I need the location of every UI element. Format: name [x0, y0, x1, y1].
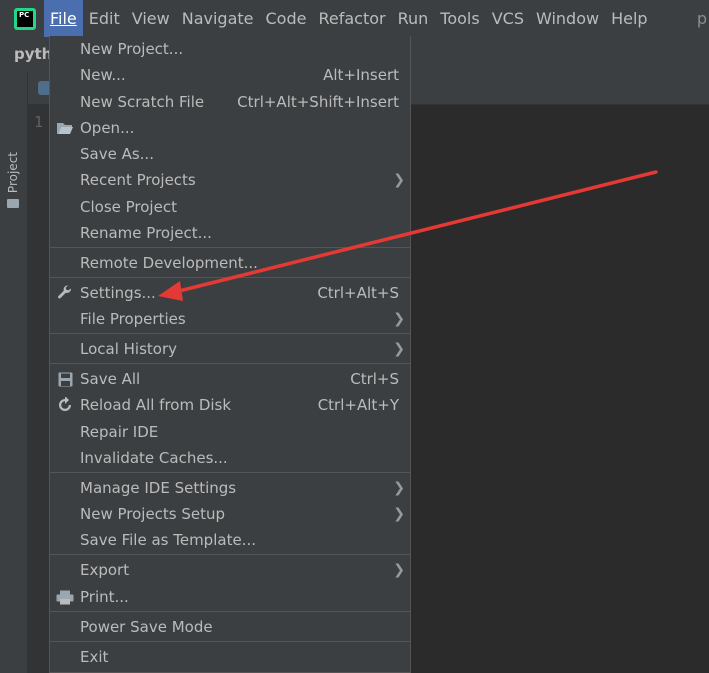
menu-navigate[interactable]: Navigate: [176, 0, 260, 37]
menu-separator: [50, 277, 410, 278]
menu-item-save-as[interactable]: Save As...: [50, 142, 410, 166]
menu-view[interactable]: View: [126, 0, 176, 37]
menu-item-exit[interactable]: Exit: [50, 645, 410, 669]
window-title-fragment: p: [696, 9, 707, 28]
menu-item-new-projects-setup[interactable]: New Projects Setup ❯: [50, 502, 410, 526]
menu-separator: [50, 611, 410, 612]
menu-item-close-project[interactable]: Close Project: [50, 195, 410, 219]
menu-separator: [50, 363, 410, 364]
left-tool-stripe: Project: [0, 72, 28, 673]
menu-item-new-project[interactable]: New Project...: [50, 37, 410, 61]
menu-run[interactable]: Run: [392, 0, 435, 37]
menu-separator: [50, 641, 410, 642]
menu-item-recent-projects[interactable]: Recent Projects ❯: [50, 168, 410, 192]
submenu-arrow-icon: ❯: [393, 311, 405, 327]
pycharm-logo-text: PC: [17, 10, 33, 27]
submenu-arrow-icon: ❯: [393, 172, 405, 188]
menu-item-new-scratch-file[interactable]: New Scratch File Ctrl+Alt+Shift+Insert: [50, 90, 410, 114]
menu-item-settings[interactable]: Settings... Ctrl+Alt+S: [50, 281, 410, 305]
breadcrumb-project[interactable]: pyth: [14, 45, 52, 63]
printer-icon: [56, 589, 74, 605]
project-tab-label: Project: [6, 152, 20, 194]
line-number: 1: [34, 113, 44, 131]
menu-item-file-properties[interactable]: File Properties ❯: [50, 307, 410, 331]
menu-item-invalidate-caches[interactable]: Invalidate Caches...: [50, 446, 410, 470]
menu-edit[interactable]: Edit: [83, 0, 126, 37]
save-icon: [56, 371, 74, 387]
folder-open-icon: [56, 120, 74, 136]
menu-item-new[interactable]: New... Alt+Insert: [50, 63, 410, 87]
menu-item-remote-development[interactable]: Remote Development...: [50, 251, 410, 275]
wrench-icon: [56, 285, 74, 301]
menu-vcs[interactable]: VCS: [486, 0, 530, 37]
menu-item-export[interactable]: Export ❯: [50, 558, 410, 582]
file-menu-dropdown: New Project... New... Alt+Insert New Scr…: [49, 36, 411, 673]
folder-icon: [7, 199, 19, 209]
menu-separator: [50, 472, 410, 473]
menu-help[interactable]: Help: [605, 0, 653, 37]
menu-separator: [50, 554, 410, 555]
menu-item-rename-project[interactable]: Rename Project...: [50, 221, 410, 245]
menu-tools[interactable]: Tools: [434, 0, 485, 37]
submenu-arrow-icon: ❯: [393, 562, 405, 578]
menu-item-save-file-as-template[interactable]: Save File as Template...: [50, 528, 410, 552]
menu-refactor[interactable]: Refactor: [312, 0, 391, 37]
menu-item-print[interactable]: Print...: [50, 585, 410, 609]
menu-item-power-save-mode[interactable]: Power Save Mode: [50, 615, 410, 639]
menu-file[interactable]: File: [44, 0, 83, 37]
menu-item-save-all[interactable]: Save All Ctrl+S: [50, 367, 410, 391]
menu-separator: [50, 247, 410, 248]
submenu-arrow-icon: ❯: [393, 341, 405, 357]
menu-item-reload-all-from-disk[interactable]: Reload All from Disk Ctrl+Alt+Y: [50, 393, 410, 417]
project-tool-window-button[interactable]: Project: [2, 152, 24, 220]
submenu-arrow-icon: ❯: [393, 506, 405, 522]
menu-item-repair-ide[interactable]: Repair IDE: [50, 420, 410, 444]
menu-code[interactable]: Code: [260, 0, 313, 37]
menu-separator: [50, 333, 410, 334]
pycharm-logo-icon: PC: [14, 7, 36, 30]
menu-window[interactable]: Window: [530, 0, 605, 37]
main-menu-bar: PC File Edit View Navigate Code Refactor…: [0, 0, 709, 37]
reload-icon: [56, 397, 74, 413]
menu-item-manage-ide-settings[interactable]: Manage IDE Settings ❯: [50, 476, 410, 500]
submenu-arrow-icon: ❯: [393, 480, 405, 496]
menu-item-local-history[interactable]: Local History ❯: [50, 337, 410, 361]
menu-item-open[interactable]: Open...: [50, 116, 410, 140]
